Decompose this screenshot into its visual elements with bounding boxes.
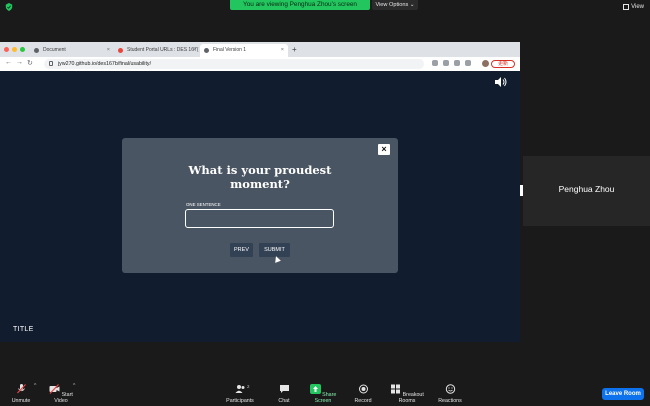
new-tab-button[interactable]: + [292, 45, 297, 54]
zoom-window: You are viewing Penghua Zhou's screen Vi… [0, 0, 650, 406]
close-window-icon[interactable] [4, 47, 9, 52]
share-banner: You are viewing Penghua Zhou's screen [230, 0, 370, 10]
participants-label: Participants [226, 398, 254, 404]
share-page-icon[interactable] [443, 60, 449, 66]
grid-view-icon [623, 4, 630, 10]
tab-student-portal[interactable]: Student Portal URLs : DES 167( × [114, 44, 200, 57]
participants-count: 2 [247, 384, 250, 389]
tab-final-version[interactable]: Final Version 1 × [200, 44, 288, 57]
reactions-button[interactable]: Reactions [435, 384, 465, 404]
tab-label: Student Portal URLs : DES 167( [127, 47, 199, 53]
tab-strip: Document × Student Portal URLs : DES 167… [0, 42, 520, 57]
close-tab-icon[interactable]: × [107, 44, 110, 57]
close-modal-button[interactable]: × [378, 144, 390, 155]
submit-button[interactable]: SUBMIT [259, 243, 290, 257]
translate-icon[interactable] [432, 60, 438, 66]
lock-icon [49, 61, 53, 66]
view-label: View [631, 4, 644, 10]
audio-options-chevron-icon[interactable]: ^ [34, 383, 36, 389]
tab-label: Document [43, 47, 66, 53]
portal-favicon-icon [118, 48, 123, 53]
answer-field-label: ONE SENTENCE [186, 202, 221, 207]
answer-input[interactable] [185, 209, 334, 228]
tab-document[interactable]: Document × [30, 44, 114, 57]
chat-label: Chat [278, 398, 290, 404]
share-screen-icon [309, 384, 321, 394]
view-options-button[interactable]: View Options ⌄ [372, 0, 418, 10]
window-controls [4, 47, 25, 52]
bookmark-star-icon[interactable] [454, 60, 460, 66]
question-modal: × What is your proudest moment? ONE SENT… [122, 138, 398, 273]
meeting-toolbar: Unmute ^ Start Video ^ Participants 2 Ch… [0, 381, 650, 406]
video-options-chevron-icon[interactable]: ^ [73, 383, 75, 389]
page-title-label: TITLE [13, 326, 34, 333]
url-text: jyw270.github.io/des167b/final/usability… [58, 61, 152, 67]
web-page: × What is your proudest moment? ONE SENT… [0, 71, 520, 342]
back-icon[interactable]: ← [5, 59, 12, 66]
chat-button[interactable]: Chat [273, 384, 295, 404]
microphone-muted-icon [16, 384, 26, 394]
speaker-icon[interactable] [494, 77, 508, 87]
maximize-window-icon[interactable] [20, 47, 25, 52]
tab-label: Final Version 1 [213, 47, 247, 53]
minimize-window-icon[interactable] [12, 47, 17, 52]
breakout-rooms-label: Breakout Rooms [398, 392, 424, 404]
address-bar[interactable]: jyw270.github.io/des167b/final/usability… [44, 59, 424, 69]
profile-avatar[interactable] [482, 60, 489, 67]
close-tab-icon[interactable]: × [193, 44, 196, 57]
chat-bubble-icon [279, 385, 289, 393]
question-heading: What is your proudest moment? [188, 163, 332, 191]
view-button[interactable]: View [623, 3, 644, 11]
record-button[interactable]: Record [350, 384, 376, 404]
zoom-top-bar: You are viewing Penghua Zhou's screen Vi… [0, 0, 650, 14]
extensions-icon[interactable] [465, 60, 471, 66]
breakout-rooms-icon [391, 384, 401, 394]
prev-button[interactable]: PREV [230, 243, 253, 257]
leave-room-button[interactable]: Leave Room [602, 388, 644, 400]
participants-button[interactable]: Participants [223, 384, 257, 404]
reactions-label: Reactions [438, 398, 462, 404]
record-label: Record [354, 398, 372, 404]
browser-chrome: Document × Student Portal URLs : DES 167… [0, 42, 520, 71]
globe-icon [204, 48, 209, 53]
participant-video-tile[interactable]: Penghua Zhou [523, 156, 650, 226]
record-icon [358, 384, 368, 394]
shield-icon [5, 3, 13, 11]
participants-icon [235, 385, 244, 393]
update-button[interactable]: 更新 [491, 60, 515, 68]
breakout-rooms-button[interactable]: Breakout Rooms [384, 384, 430, 404]
unmute-button[interactable]: Unmute [8, 384, 34, 404]
globe-icon [34, 48, 39, 53]
forward-icon[interactable]: → [16, 59, 23, 66]
reactions-emoji-icon [445, 384, 455, 394]
reload-icon[interactable]: ↻ [27, 59, 33, 67]
participant-name: Penghua Zhou [558, 184, 615, 194]
address-bar-row: ← → ↻ jyw270.github.io/des167b/final/usa… [0, 57, 520, 71]
share-screen-button[interactable]: Share Screen [304, 384, 342, 404]
unmute-label: Unmute [11, 398, 31, 404]
video-camera-off-icon [49, 384, 60, 394]
close-tab-icon[interactable]: × [281, 44, 284, 57]
